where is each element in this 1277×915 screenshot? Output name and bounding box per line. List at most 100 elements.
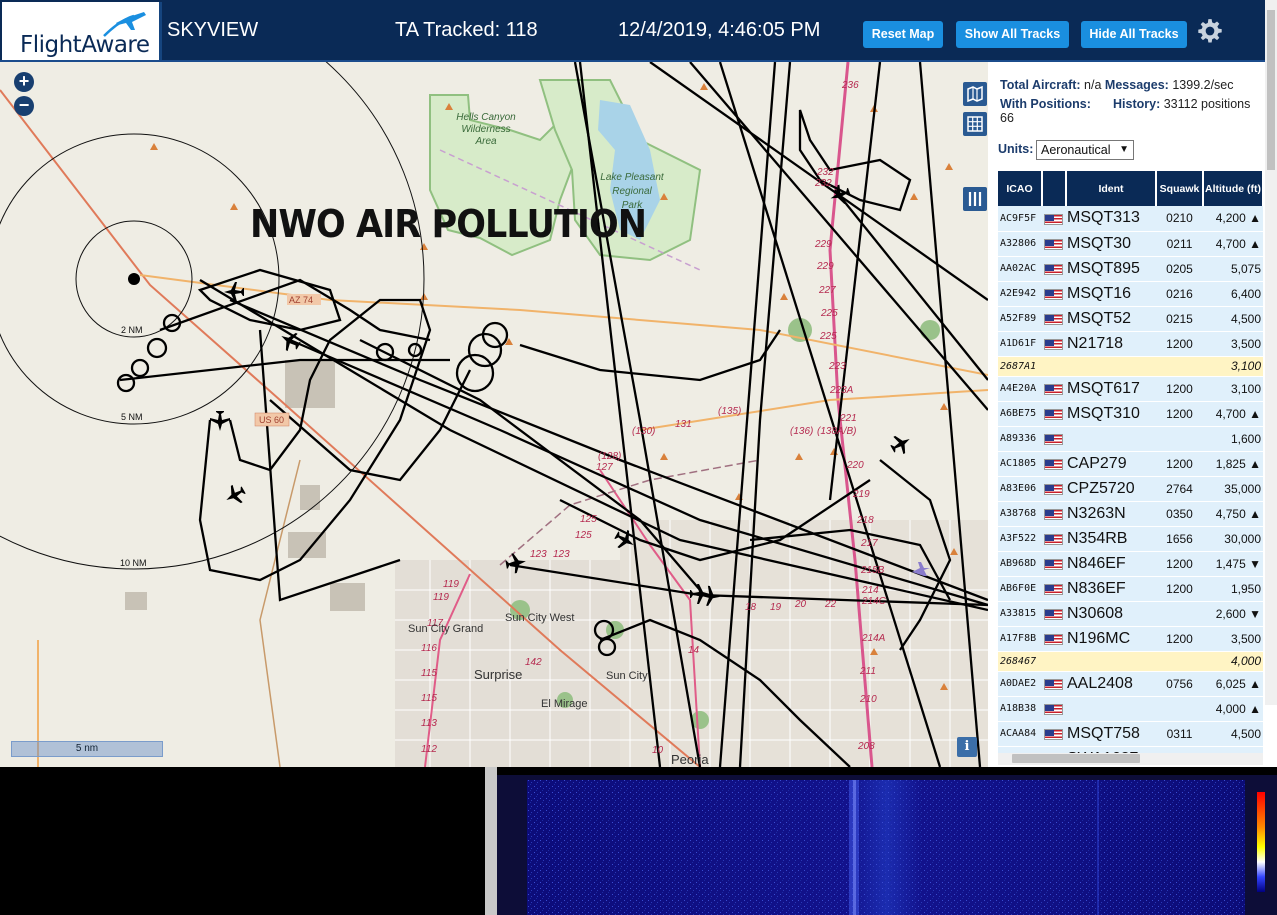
show-all-tracks-button[interactable]: Show All Tracks <box>956 21 1069 48</box>
clock-datetime: 12/4/2019, 4:46:05 PM <box>618 19 821 41</box>
row-squawk: 1200 <box>1156 626 1203 652</box>
top-bar: FlightAware SKYVIEW TA Tracked: 118 12/4… <box>0 0 1277 62</box>
svg-text:El Mirage: El Mirage <box>541 698 587 710</box>
aircraft-row[interactable]: A89336 1,600 <box>998 426 1263 452</box>
row-ident: MSQT310 <box>1066 401 1156 427</box>
aircraft-row[interactable]: A2E942 MSQT16 0216 6,400 <box>998 281 1263 307</box>
svg-text:229: 229 <box>814 239 832 250</box>
aircraft-row[interactable]: A32806 MSQT30 0211 4,700 ▲ <box>998 231 1263 257</box>
aircraft-row[interactable]: A38768 N3263N 0350 4,750 ▲ <box>998 501 1263 527</box>
aircraft-row[interactable]: AC9F5F MSQT313 0210 4,200 ▲ <box>998 206 1263 232</box>
svg-text:127: 127 <box>596 462 613 473</box>
row-flag <box>1042 401 1066 427</box>
aircraft-table-container[interactable]: ICAO Ident Squawk Altitude (ft) AC9F5F MS… <box>998 171 1263 753</box>
history-label: History: <box>1113 97 1161 111</box>
overlay-title: NWO AIR POLLUTION <box>250 202 647 246</box>
svg-text:123: 123 <box>553 549 570 560</box>
row-icao: AB968D <box>998 551 1042 577</box>
row-flag <box>1042 476 1066 502</box>
horizontal-scroll-thumb[interactable] <box>1012 754 1140 763</box>
row-ident <box>1066 356 1156 377</box>
svg-text:131: 131 <box>675 419 692 430</box>
row-ident <box>1066 696 1156 722</box>
us-flag-icon <box>1044 288 1063 300</box>
row-altitude: 35,000 <box>1203 476 1263 502</box>
app-name: SKYVIEW <box>167 19 259 41</box>
column-header-ident[interactable]: Ident <box>1066 171 1157 206</box>
info-button[interactable]: i <box>957 737 977 757</box>
row-ident: N3263N <box>1066 501 1156 527</box>
svg-text:236: 236 <box>841 80 859 91</box>
aircraft-row[interactable]: AAA573 SWA1627071615,850 ▲ <box>998 746 1263 753</box>
zoom-out-button[interactable]: − <box>14 96 34 116</box>
aircraft-row[interactable]: 268467 4,000 <box>998 651 1263 672</box>
row-ident: AAL2408 <box>1066 671 1156 697</box>
row-flag <box>1042 526 1066 552</box>
map-scale-bar: 5 nm <box>11 741 163 757</box>
aircraft-row[interactable]: A0DAE2 AAL2408 0756 6,025 ▲ <box>998 671 1263 697</box>
svg-text:218: 218 <box>856 515 874 526</box>
svg-text:Surprise: Surprise <box>474 667 522 682</box>
row-flag <box>1042 281 1066 307</box>
aircraft-row[interactable]: AA02AC MSQT895 0205 5,075 <box>998 256 1263 282</box>
aircraft-row[interactable]: A18B38 4,000 ▲ <box>998 696 1263 722</box>
svg-text:AZ 74: AZ 74 <box>289 295 313 305</box>
row-flag <box>1042 601 1066 627</box>
gear-icon[interactable] <box>1197 18 1223 44</box>
svg-text:232: 232 <box>816 167 834 178</box>
panel-divider[interactable] <box>485 767 497 915</box>
row-squawk <box>1156 651 1203 672</box>
svg-text:223: 223 <box>828 361 846 372</box>
svg-text:221: 221 <box>839 413 857 424</box>
row-squawk: 0311 <box>1156 721 1203 747</box>
row-squawk: 0716 <box>1156 746 1203 753</box>
map-view[interactable]: 236 232 232 229 229 227 225 225 223 223A 221 (136… <box>0 62 988 767</box>
svg-text:125: 125 <box>575 530 592 541</box>
flightaware-logo[interactable]: FlightAware <box>2 2 162 60</box>
svg-text:Regional: Regional <box>612 186 652 197</box>
column-header-flag[interactable] <box>1042 171 1067 206</box>
aircraft-row[interactable]: A33815 N30608 2,600 ▼ <box>998 601 1263 627</box>
aircraft-row[interactable]: A83E06 CPZ5720 2764 35,000 <box>998 476 1263 502</box>
column-toggle-button[interactable] <box>963 187 987 211</box>
map-layers-button[interactable] <box>963 82 987 106</box>
aircraft-row[interactable]: A17F8B N196MC 1200 3,500 <box>998 626 1263 652</box>
reset-map-button[interactable]: Reset Map <box>863 21 943 48</box>
row-altitude: 1,600 <box>1203 426 1263 452</box>
units-label: Units: <box>998 142 1034 156</box>
zoom-in-button[interactable]: + <box>14 72 34 92</box>
row-altitude: 6,400 <box>1203 281 1263 307</box>
map-icon <box>967 85 983 103</box>
units-select[interactable]: Aeronautical ▼ <box>1036 140 1134 160</box>
vertical-scroll-thumb[interactable] <box>1267 10 1275 170</box>
column-header-altitude[interactable]: Altitude (ft) <box>1203 171 1263 206</box>
aircraft-row[interactable]: ACAA84 MSQT758 0311 4,500 <box>998 721 1263 747</box>
row-altitude: 4,500 <box>1203 721 1263 747</box>
aircraft-row[interactable]: A3F522 N354RB 1656 30,000 <box>998 526 1263 552</box>
us-flag-icon <box>1044 678 1063 690</box>
svg-text:225: 225 <box>820 308 838 319</box>
row-altitude: 3,500 <box>1203 331 1263 357</box>
aircraft-row[interactable]: AC1805 CAP279 1200 1,825 ▲ <box>998 451 1263 477</box>
row-squawk: 0210 <box>1156 206 1203 232</box>
aircraft-row[interactable]: A52F89 MSQT52 0215 4,500 <box>998 306 1263 332</box>
hide-all-tracks-button[interactable]: Hide All Tracks <box>1081 21 1187 48</box>
aircraft-row[interactable]: 2687A1 3,100 <box>998 356 1263 377</box>
row-squawk: 0211 <box>1156 231 1203 257</box>
column-header-squawk[interactable]: Squawk <box>1156 171 1204 206</box>
aircraft-row[interactable]: A4E20A MSQT617 1200 3,100 <box>998 376 1263 402</box>
aircraft-row[interactable]: A1D61F N21718 1200 3,500 <box>998 331 1263 357</box>
aircraft-row[interactable]: A6BE75 MSQT310 1200 4,700 ▲ <box>998 401 1263 427</box>
grid-toggle-button[interactable] <box>963 112 987 136</box>
aircraft-row[interactable]: AB968D N846EF 1200 1,475 ▼ <box>998 551 1263 577</box>
map-canvas[interactable]: 236 232232 229 229 227 225 225 223 223A 221 (136… <box>0 62 988 767</box>
us-flag-icon <box>1044 633 1063 645</box>
column-header-icao[interactable]: ICAO <box>998 171 1043 206</box>
row-altitude: 3,100 <box>1203 376 1263 402</box>
svg-text:215B: 215B <box>860 565 885 576</box>
row-flag <box>1042 426 1066 452</box>
us-flag-icon <box>1044 608 1063 620</box>
row-icao: A17F8B <box>998 626 1042 652</box>
svg-text:208: 208 <box>857 741 875 752</box>
aircraft-row[interactable]: AB6F0E N836EF 1200 1,950 <box>998 576 1263 602</box>
